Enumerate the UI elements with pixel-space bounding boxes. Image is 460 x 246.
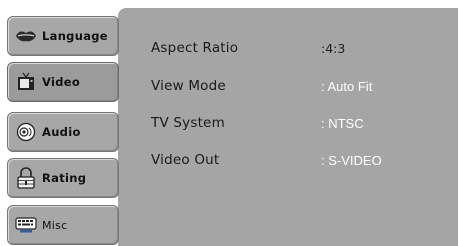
setting-value-aspect-ratio[interactable]: :4:3 — [321, 41, 345, 56]
tab-label-rating: Rating — [42, 171, 87, 185]
speaker-icon — [15, 122, 37, 142]
tab-language[interactable]: Language — [7, 16, 119, 56]
tab-video[interactable]: Video — [7, 62, 119, 102]
setting-value-view-mode[interactable]: : Auto Fit — [321, 79, 372, 94]
setting-value-tv-system[interactable]: : NTSC — [321, 116, 364, 131]
padlock-icon — [15, 167, 37, 189]
setting-name-view-mode: View Mode — [151, 78, 226, 94]
tab-label-audio: Audio — [42, 125, 81, 139]
setting-name-aspect-ratio: Aspect Ratio — [151, 40, 239, 56]
settings-panel: Aspect Ratio :4:3 View Mode : Auto Fit T… — [118, 8, 458, 246]
tv-icon — [15, 72, 37, 92]
sidebar: Language Video Audio Rating Misc — [0, 0, 122, 246]
setting-name-video-out: Video Out — [151, 152, 220, 168]
setting-name-tv-system: TV System — [151, 115, 225, 131]
keyboard-icon — [15, 215, 37, 235]
tab-rating[interactable]: Rating — [7, 158, 119, 198]
tab-label-misc: Misc — [42, 218, 68, 232]
tab-misc[interactable]: Misc — [7, 205, 119, 245]
tab-label-language: Language — [42, 29, 108, 43]
setting-value-video-out[interactable]: : S-VIDEO — [321, 153, 382, 168]
lips-icon — [15, 26, 37, 46]
tab-label-video: Video — [42, 75, 81, 89]
tab-audio[interactable]: Audio — [7, 112, 119, 152]
